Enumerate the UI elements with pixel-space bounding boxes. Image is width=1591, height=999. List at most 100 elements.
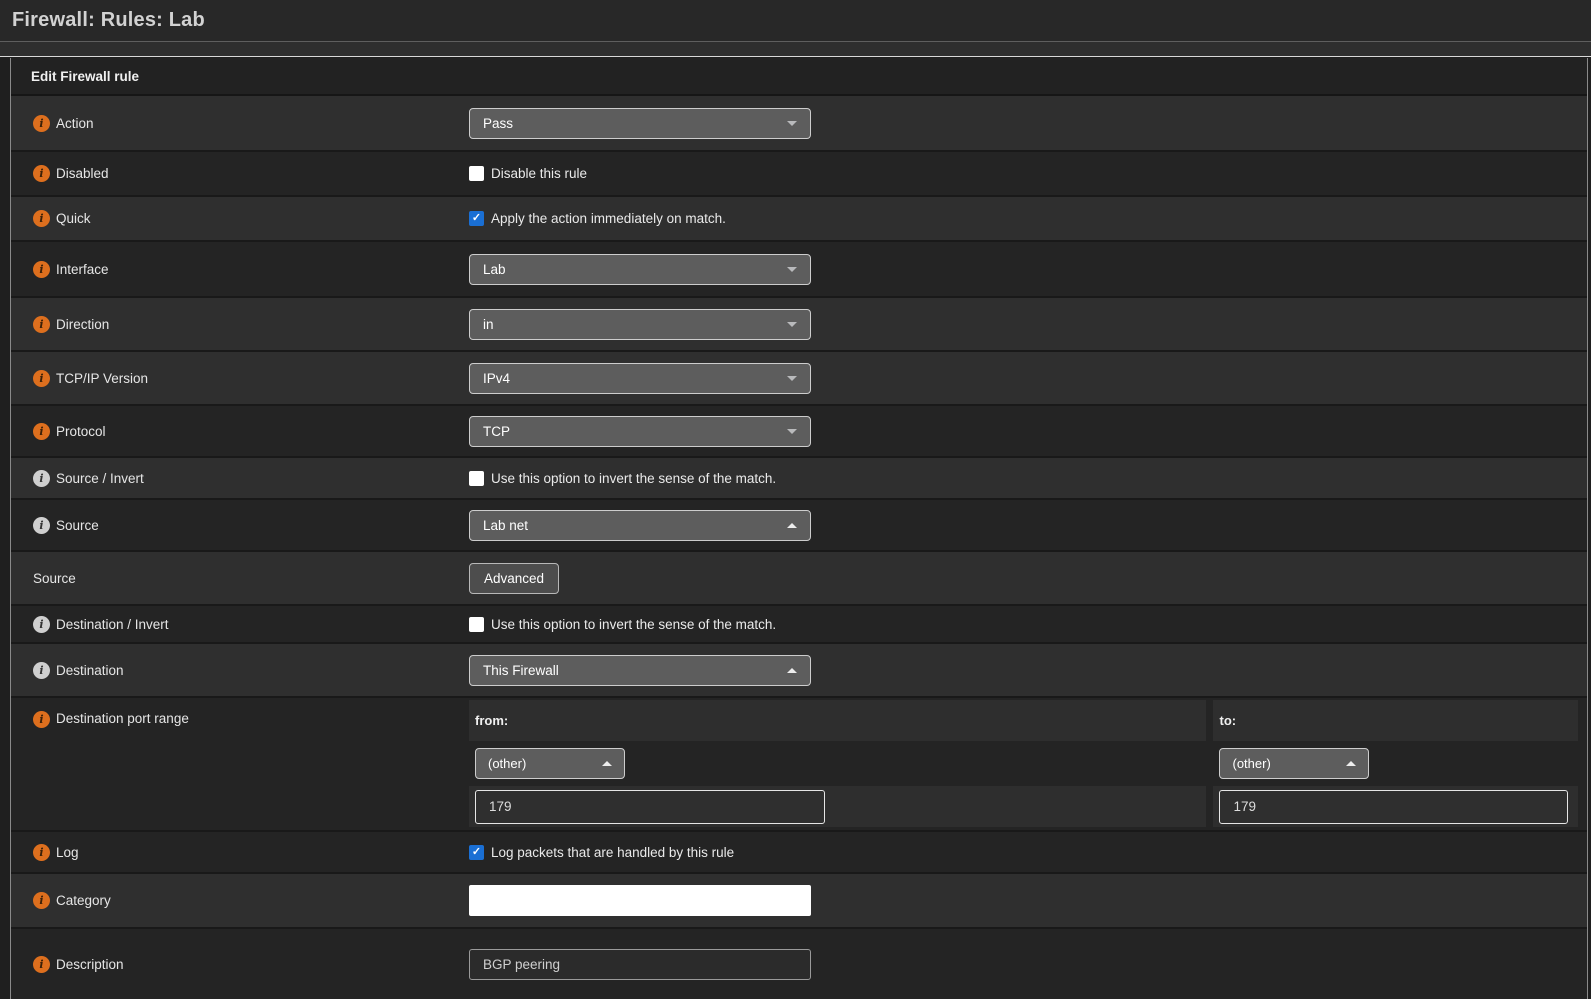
- description-input[interactable]: [469, 949, 811, 980]
- info-icon[interactable]: i: [33, 115, 50, 132]
- port-from-select-value: (other): [488, 756, 526, 771]
- action-label-cell: iAction: [11, 115, 469, 132]
- log-checkbox[interactable]: [469, 845, 484, 860]
- port-from-select[interactable]: (other): [475, 748, 625, 779]
- category-control-cell: [469, 885, 1587, 916]
- info-icon[interactable]: i: [33, 370, 50, 387]
- info-icon[interactable]: i: [33, 711, 50, 728]
- destination-port-range-control-cell: from: (other) to: (other): [469, 698, 1587, 830]
- quick-checkbox-label: Apply the action immediately on match.: [491, 211, 726, 226]
- quick-checkbox[interactable]: [469, 211, 484, 226]
- content-top-band: [0, 42, 1591, 57]
- info-icon[interactable]: i: [33, 844, 50, 861]
- port-from-header: from:: [469, 700, 1206, 741]
- description-label: Description: [56, 957, 124, 972]
- info-icon[interactable]: i: [33, 616, 50, 633]
- port-from-input[interactable]: [475, 790, 825, 824]
- direction-select-value: in: [483, 317, 494, 332]
- source-control-cell: Lab net: [469, 510, 1587, 541]
- description-label-cell: i Description: [11, 956, 469, 973]
- quick-label: Quick: [56, 211, 91, 226]
- info-icon[interactable]: i: [33, 261, 50, 278]
- port-to-header: to:: [1213, 700, 1578, 741]
- chevron-down-icon: [787, 322, 797, 327]
- direction-label: Direction: [56, 317, 109, 332]
- tcpip-version-select[interactable]: IPv4: [469, 363, 811, 394]
- port-from-label: from:: [475, 713, 508, 728]
- row-category: iCategory: [11, 872, 1587, 927]
- info-icon[interactable]: i: [33, 892, 50, 909]
- quick-control-cell: Apply the action immediately on match.: [469, 211, 1587, 226]
- quick-label-cell: i Quick: [11, 210, 469, 227]
- info-icon[interactable]: i: [33, 517, 50, 534]
- row-destination-invert: i Destination / Invert Use this option to …: [11, 604, 1587, 642]
- info-icon[interactable]: i: [33, 165, 50, 182]
- source-label-cell: iSource: [11, 517, 469, 534]
- row-direction: i Direction in: [11, 296, 1587, 350]
- row-source-invert: iSource / InvertUse this option to inver…: [11, 456, 1587, 498]
- destination-invert-label-cell: i Destination / Invert: [11, 616, 469, 633]
- destination-label: Destination: [56, 663, 124, 678]
- row-description: i Description: [11, 927, 1587, 999]
- action-select[interactable]: Pass: [469, 108, 811, 139]
- destination-invert-label: Destination / Invert: [56, 617, 169, 632]
- page-header: Firewall: Rules: Lab: [0, 0, 1591, 42]
- tcpip-version-control-cell: IPv4: [469, 363, 1587, 394]
- port-to-label: to:: [1219, 713, 1236, 728]
- source-invert-checkbox-label: Use this option to invert the sense of t…: [491, 471, 776, 486]
- destination-control-cell: This Firewall: [469, 655, 1587, 686]
- protocol-control-cell: TCP: [469, 416, 1587, 447]
- tcpip-version-label: TCP/IP Version: [56, 371, 148, 386]
- protocol-label: Protocol: [56, 424, 106, 439]
- destination-select[interactable]: This Firewall: [469, 655, 811, 686]
- port-to-select-band: (other): [1213, 743, 1578, 784]
- disabled-checkbox[interactable]: [469, 166, 484, 181]
- protocol-select[interactable]: TCP: [469, 416, 811, 447]
- panel-title: Edit Firewall rule: [11, 69, 139, 84]
- log-control-cell: Log packets that are handled by this rul…: [469, 845, 1587, 860]
- direction-label-cell: i Direction: [11, 316, 469, 333]
- interface-control-cell: Lab: [469, 254, 1587, 285]
- chevron-up-icon: [787, 523, 797, 528]
- chevron-up-icon: [1346, 761, 1356, 766]
- row-log: iLogLog packets that are handled by this…: [11, 830, 1587, 872]
- chevron-down-icon: [787, 429, 797, 434]
- chevron-down-icon: [787, 376, 797, 381]
- direction-select[interactable]: in: [469, 309, 811, 340]
- info-icon[interactable]: i: [33, 210, 50, 227]
- info-icon[interactable]: i: [33, 662, 50, 679]
- log-label-cell: iLog: [11, 844, 469, 861]
- info-icon[interactable]: i: [33, 956, 50, 973]
- source-select[interactable]: Lab net: [469, 510, 811, 541]
- port-range-table: from: (other) to: (other): [469, 700, 1578, 827]
- destination-label-cell: i Destination: [11, 662, 469, 679]
- chevron-down-icon: [787, 267, 797, 272]
- source-invert-control-cell: Use this option to invert the sense of t…: [469, 471, 1587, 486]
- source-advanced-button[interactable]: Advanced: [469, 563, 559, 594]
- destination-invert-checkbox[interactable]: [469, 617, 484, 632]
- source-advanced-label-cell: Source: [11, 571, 469, 586]
- category-input[interactable]: [469, 885, 811, 916]
- tcpip-version-select-value: IPv4: [483, 371, 510, 386]
- row-protocol: i Protocol TCP: [11, 404, 1587, 456]
- disabled-label-cell: iDisabled: [11, 165, 469, 182]
- panel-header: Edit Firewall rule: [11, 58, 1587, 96]
- source-invert-checkbox[interactable]: [469, 471, 484, 486]
- source-advanced-label: Source: [33, 571, 76, 586]
- row-tcpip-version: i TCP/IP Version IPv4: [11, 350, 1587, 404]
- disabled-control-cell: Disable this rule: [469, 166, 1587, 181]
- interface-label-cell: iInterface: [11, 261, 469, 278]
- destination-select-value: This Firewall: [483, 663, 559, 678]
- destination-invert-control-cell: Use this option to invert the sense of t…: [469, 617, 1587, 632]
- interface-select[interactable]: Lab: [469, 254, 811, 285]
- destination-port-range-label-cell: iDestination port range: [11, 698, 469, 728]
- port-to-input[interactable]: [1219, 790, 1568, 824]
- info-icon[interactable]: i: [33, 470, 50, 487]
- info-icon[interactable]: i: [33, 316, 50, 333]
- row-source-advanced: Source Advanced: [11, 550, 1587, 604]
- port-to-select[interactable]: (other): [1219, 748, 1369, 779]
- port-to-select-value: (other): [1232, 756, 1270, 771]
- info-icon[interactable]: i: [33, 423, 50, 440]
- row-interface: iInterfaceLab: [11, 240, 1587, 296]
- action-select-value: Pass: [483, 116, 513, 131]
